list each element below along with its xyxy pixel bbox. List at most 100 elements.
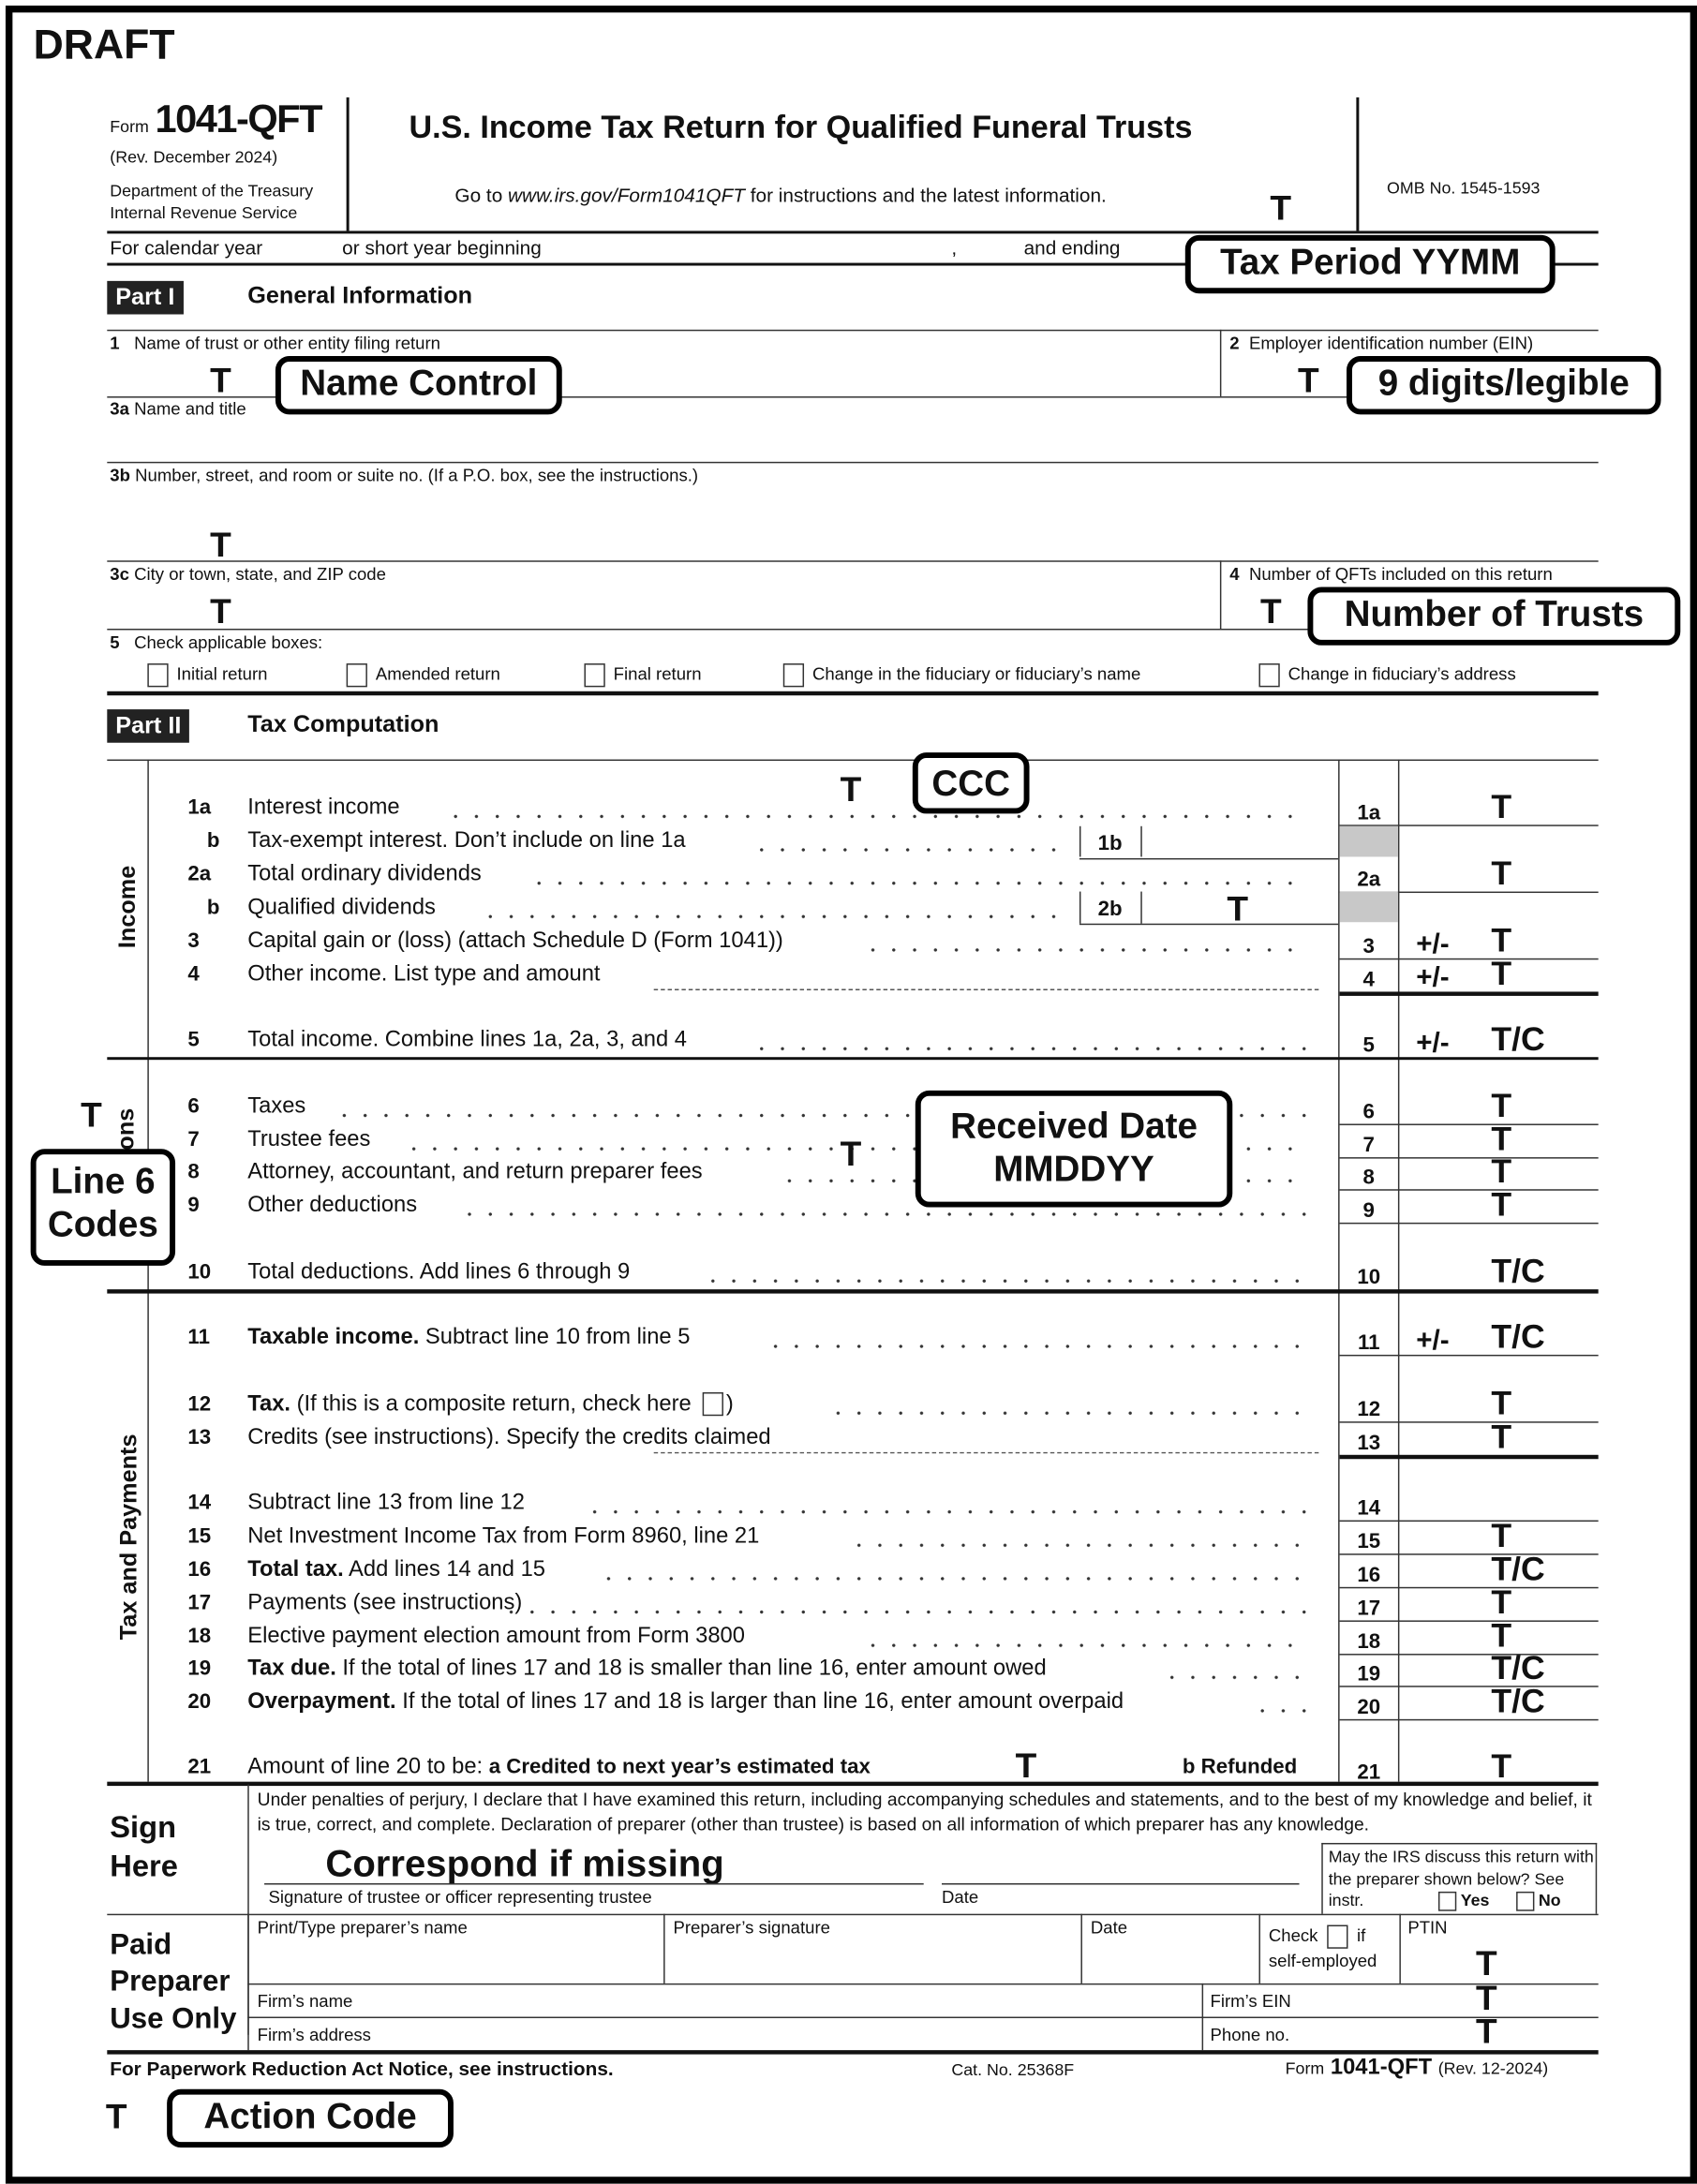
annotation-tax-period: Tax Period YYMM	[1184, 234, 1556, 294]
line-number: 5	[187, 1028, 200, 1052]
checkbox-final-return[interactable]: Final return	[584, 663, 702, 688]
sign-date-field[interactable]	[942, 1844, 1300, 1883]
rule	[1339, 1222, 1599, 1225]
ptin-field[interactable]	[1407, 1940, 1597, 1980]
line-desc: If the total of lines 17 and 18 is large…	[395, 1689, 1124, 1714]
city-state-zip-field[interactable]	[110, 587, 1209, 626]
line-number: 4	[187, 962, 200, 987]
checkbox[interactable]	[782, 663, 805, 688]
leader-dots	[848, 1529, 1308, 1550]
preparer-date-field[interactable]	[1091, 1940, 1252, 1980]
line-box-number: 13	[1357, 1431, 1381, 1455]
inner-amount-field-1b[interactable]	[1143, 826, 1335, 857]
inner-box-1b[interactable]: 1b	[1080, 832, 1139, 855]
inner-box-border	[1140, 891, 1142, 924]
firm-ein-field[interactable]	[1307, 1986, 1592, 2014]
line-text: Tax due. If the total of lines 17 and 18…	[247, 1657, 1046, 1682]
checkbox[interactable]	[584, 663, 605, 688]
line3b-text: Number, street, and room or suite no. (I…	[135, 466, 699, 486]
rule	[107, 329, 1599, 332]
line-number: 2	[1229, 334, 1240, 354]
discuss-no[interactable]: No	[1516, 1890, 1561, 1911]
form-revision: (Rev. December 2024)	[110, 147, 278, 168]
preparer-name-field[interactable]	[258, 1940, 659, 1980]
checkbox[interactable]	[1258, 663, 1280, 688]
self-employed-label: self-employed	[1268, 1951, 1377, 1971]
code-marker: T	[1491, 1087, 1512, 1125]
line-desc: If the total of lines 17 and 18 is small…	[335, 1657, 1047, 1681]
rule	[1339, 1718, 1599, 1721]
line-desc: Add lines 14 and 15	[343, 1557, 546, 1582]
code-marker: T	[1491, 1419, 1512, 1457]
checkbox-amended-return[interactable]: Amended return	[346, 663, 500, 688]
line-box-number: 17	[1357, 1597, 1381, 1621]
checkbox-label: Change in the fiduciary or fiduciary’s n…	[811, 664, 1141, 685]
code-marker: T	[1491, 1385, 1512, 1423]
checkbox[interactable]	[1327, 1924, 1348, 1949]
discuss-yes[interactable]: Yes	[1437, 1890, 1489, 1911]
annotation-num-trusts: Number of Trusts	[1307, 587, 1681, 646]
line-bold-text: Taxable income.	[247, 1325, 420, 1349]
phone-label: Phone no.	[1210, 2025, 1290, 2045]
write-in-line[interactable]	[653, 1451, 1319, 1454]
firm-address-field[interactable]	[376, 2019, 1197, 2047]
name-title-field[interactable]	[110, 417, 1591, 459]
shaded-cell	[1339, 891, 1398, 923]
section-tax-label: Tax and Payments	[115, 1434, 142, 1641]
footer-form-number: 1041-QFT	[1330, 2056, 1433, 2080]
firm-name-field[interactable]	[362, 1986, 1197, 2014]
shaded-cell	[1339, 825, 1398, 857]
line-number: 18	[187, 1624, 212, 1649]
amount-field-line-14[interactable]	[1401, 1485, 1596, 1519]
code-T: T	[840, 770, 862, 810]
code-marker: T	[1491, 922, 1512, 960]
street-address-field[interactable]	[110, 490, 1591, 557]
code-T: T	[1227, 890, 1249, 929]
line3c-label: 3c City or town, state, and ZIP code	[110, 565, 386, 585]
code-T: T	[1476, 1944, 1497, 1983]
part1-title: General Information	[247, 282, 473, 309]
inner-box-2b[interactable]: 2b	[1080, 898, 1139, 921]
leader-dots	[480, 900, 1064, 921]
received-date-line1: Received Date	[950, 1104, 1198, 1147]
rule	[1339, 1354, 1599, 1357]
checkbox-change-fiduciary-address[interactable]: Change in fiduciary’s address	[1258, 663, 1516, 688]
checkbox-initial-return[interactable]: Initial return	[147, 663, 267, 688]
code-T: T	[210, 526, 231, 565]
line-number: 14	[187, 1491, 212, 1515]
trustee-signature-field[interactable]	[264, 1844, 924, 1883]
checkbox[interactable]	[346, 663, 367, 688]
instructions-suffix: for instructions and the latest informat…	[744, 183, 1107, 206]
line-text: Credits (see instructions). Specify the …	[247, 1426, 770, 1451]
line-box-number: 6	[1362, 1100, 1375, 1124]
composite-return-checkbox[interactable]	[702, 1392, 723, 1417]
checkbox-change-fiduciary-name[interactable]: Change in the fiduciary or fiduciary’s n…	[782, 663, 1141, 688]
line-text: Tax. (If this is a composite return, che…	[247, 1392, 734, 1418]
phone-field[interactable]	[1307, 2019, 1592, 2047]
code-marker: T	[1491, 1517, 1512, 1555]
line-number: 5	[110, 632, 120, 653]
preparer-signature-field[interactable]	[673, 1940, 1074, 1980]
line3c-text: City or town, state, and ZIP code	[134, 564, 386, 585]
form-id-block: Form 1041-QFT	[110, 97, 322, 142]
no-label: No	[1538, 1890, 1561, 1910]
annotation-ein: 9 digits/legible	[1346, 356, 1661, 415]
line-desc: Total deductions. Add lines 6 through 9	[247, 1259, 631, 1285]
line2-label: 2 Employer identification number (EIN)	[1229, 334, 1533, 353]
instructions-prefix: Go to	[454, 183, 509, 206]
line-desc: Elective payment election amount from Fo…	[247, 1624, 745, 1649]
checkbox[interactable]	[1516, 1891, 1535, 1911]
checkbox[interactable]	[1437, 1891, 1457, 1911]
firm-name-label: Firm’s name	[257, 1991, 353, 2012]
self-employed-check[interactable]: Check if	[1269, 1924, 1365, 1949]
firm-ein-label: Firm’s EIN	[1210, 1991, 1291, 2012]
line-desc: Total income. Combine lines 1a, 2a, 3, a…	[247, 1028, 687, 1052]
code-marker: T/C	[1491, 1649, 1545, 1687]
instructions-link[interactable]: www.irs.gov/Form1041QFT	[508, 184, 745, 206]
part2-title: Tax Computation	[247, 710, 439, 737]
write-in-line[interactable]	[653, 988, 1319, 990]
department: Department of the Treasury	[110, 180, 314, 201]
checkbox[interactable]	[147, 663, 169, 688]
leader-dots	[1161, 1661, 1308, 1682]
preparer-title-1: Paid	[110, 1929, 172, 1962]
